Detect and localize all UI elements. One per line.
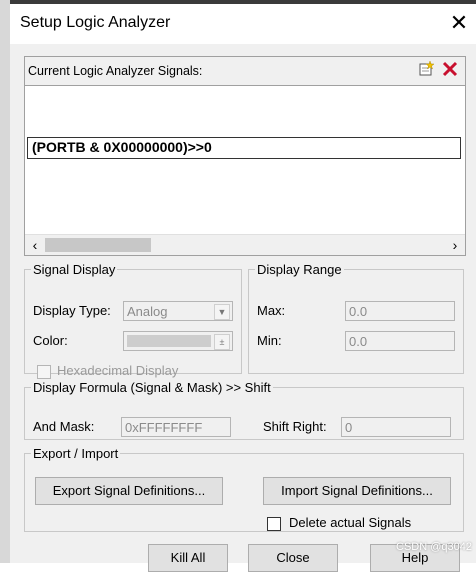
horizontal-scrollbar[interactable]: ‹ › — [25, 234, 465, 255]
max-input[interactable]: 0.0 — [345, 301, 455, 321]
max-value: 0.0 — [349, 304, 368, 319]
close-button[interactable]: Close — [248, 544, 338, 572]
delete-actual-signals-checkbox[interactable] — [267, 517, 281, 531]
signal-list-item[interactable]: (PORTB & 0X00000000)>>0 — [27, 137, 461, 159]
kill-all-button[interactable]: Kill All — [148, 544, 228, 572]
color-swatch — [127, 335, 211, 347]
close-icon[interactable]: ✕ — [444, 8, 474, 38]
import-signal-definitions-button[interactable]: Import Signal Definitions... — [263, 477, 451, 505]
signals-list-label: Current Logic Analyzer Signals: — [28, 64, 203, 78]
chevron-down-icon: ▼ — [214, 304, 230, 320]
and-mask-label: And Mask: — [33, 419, 95, 434]
and-mask-input[interactable]: 0xFFFFFFFF — [121, 417, 231, 437]
display-type-select[interactable]: Analog ▼ — [123, 301, 233, 321]
display-type-label: Display Type: — [33, 303, 111, 318]
min-label: Min: — [257, 333, 282, 348]
display-range-group: Display Range Max: 0.0 Min: 0.0 — [248, 262, 464, 374]
export-import-group: Export / Import Export Signal Definition… — [24, 446, 464, 532]
max-label: Max: — [257, 303, 286, 318]
signal-expression: (PORTB & 0X00000000)>>0 — [32, 139, 212, 155]
color-picker[interactable]: ± — [123, 331, 233, 351]
color-dropdown-icon: ± — [214, 334, 230, 350]
watermark: CSDN @q3042 — [396, 541, 472, 553]
shift-right-label: Shift Right: — [263, 419, 327, 434]
background-window-strip — [0, 0, 10, 563]
min-value: 0.0 — [349, 334, 368, 349]
hexadecimal-display-checkbox[interactable] — [37, 365, 51, 379]
delete-signal-icon[interactable] — [439, 60, 461, 82]
and-mask-value: 0xFFFFFFFF — [125, 420, 203, 435]
signal-display-legend: Signal Display — [33, 262, 116, 277]
display-range-legend: Display Range — [257, 262, 342, 277]
delete-actual-signals-label: Delete actual Signals — [289, 515, 412, 530]
scroll-left-icon[interactable]: ‹ — [27, 235, 43, 255]
hexadecimal-display-label: Hexadecimal Display — [57, 363, 179, 378]
scroll-right-icon[interactable]: › — [447, 235, 463, 255]
new-signal-icon[interactable] — [415, 60, 437, 82]
color-label: Color: — [33, 333, 68, 348]
display-formula-legend: Display Formula (Signal & Mask) >> Shift — [33, 380, 271, 395]
dialog-title: Setup Logic Analyzer — [20, 14, 171, 31]
display-type-value: Analog — [127, 304, 168, 319]
signal-display-group: Signal Display Display Type: Analog ▼ Co… — [24, 262, 242, 379]
setup-logic-analyzer-dialog: Setup Logic Analyzer ✕ Current Logic Ana… — [10, 4, 476, 572]
signals-list-panel: Current Logic Analyzer Signals: (PORTB &… — [24, 56, 466, 256]
min-input[interactable]: 0.0 — [345, 331, 455, 351]
export-import-legend: Export / Import — [33, 446, 119, 461]
shift-right-input[interactable]: 0 — [341, 417, 451, 437]
shift-right-value: 0 — [345, 420, 353, 435]
title-bar: Setup Logic Analyzer ✕ — [10, 4, 476, 44]
signals-list-header: Current Logic Analyzer Signals: — [25, 57, 465, 86]
export-signal-definitions-button[interactable]: Export Signal Definitions... — [35, 477, 223, 505]
display-formula-group: Display Formula (Signal & Mask) >> Shift… — [24, 380, 464, 440]
scroll-thumb[interactable] — [45, 238, 151, 252]
